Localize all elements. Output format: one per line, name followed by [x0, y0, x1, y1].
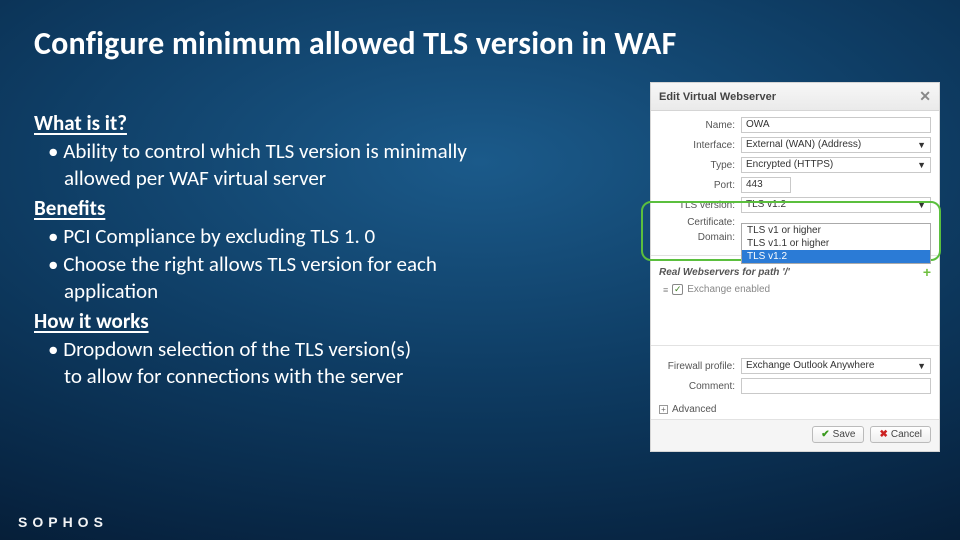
bullet-cont: to allow for connections with the server [34, 363, 624, 391]
slide-title: Configure minimum allowed TLS version in… [34, 24, 677, 63]
dialog-form: Name: OWA Interface: External (WAN) (Add… [651, 111, 939, 249]
advanced-toggle[interactable]: + Advanced [651, 400, 939, 419]
save-label: Save [833, 429, 856, 440]
dialog-header: Edit Virtual Webserver ✕ [651, 83, 939, 111]
dialog-form-lower: Firewall profile: Exchange Outlook Anywh… [651, 352, 939, 400]
cancel-label: Cancel [891, 429, 922, 440]
port-input[interactable]: 443 [741, 177, 791, 193]
heading-benefits: Benefits [34, 195, 624, 223]
label-tls: TLS version: [659, 200, 741, 211]
slide-body: What is it? • Ability to control which T… [34, 108, 624, 391]
tls-value: TLS v1.2 [746, 198, 786, 212]
label-certificate: Certificate: [659, 217, 741, 228]
expand-icon: + [659, 405, 668, 414]
heading-what-is-it: What is it? [34, 110, 624, 138]
chevron-down-icon: ▼ [917, 359, 926, 373]
real-webservers-header: Real Webservers for path '/' + [651, 262, 939, 282]
advanced-label: Advanced [672, 404, 716, 415]
add-icon[interactable]: + [923, 264, 931, 280]
name-value: OWA [746, 118, 770, 132]
sophos-logo: SOPHOS [18, 514, 108, 530]
dropdown-option[interactable]: TLS v1.1 or higher [742, 237, 930, 250]
dialog-title: Edit Virtual Webserver [659, 91, 776, 103]
bullet: • Ability to control which TLS version i… [34, 138, 624, 166]
row-type: Type: Encrypted (HTTPS) ▼ [659, 157, 931, 173]
row-tls-version: TLS version: TLS v1.2 ▼ [659, 197, 931, 213]
chevron-down-icon: ▼ [917, 158, 926, 172]
x-icon: ✖ [879, 429, 887, 440]
label-port: Port: [659, 180, 741, 191]
bullet: • Dropdown selection of the TLS version(… [34, 336, 624, 364]
webserver-entry: ≡ ✓ Exchange enabled [651, 282, 939, 301]
close-icon[interactable]: ✕ [919, 88, 931, 105]
label-interface: Interface: [659, 140, 741, 151]
separator [651, 345, 939, 346]
bullet-cont: allowed per WAF virtual server [34, 165, 624, 193]
check-icon: ✔ [821, 429, 829, 440]
dialog-buttons: ✔ Save ✖ Cancel [651, 419, 939, 451]
exchange-checkbox[interactable]: ✓ [672, 284, 683, 295]
chevron-down-icon: ▼ [917, 198, 926, 212]
slide: Configure minimum allowed TLS version in… [0, 0, 960, 540]
label-type: Type: [659, 160, 741, 171]
cancel-button[interactable]: ✖ Cancel [870, 426, 931, 443]
row-firewall-profile: Firewall profile: Exchange Outlook Anywh… [659, 358, 931, 374]
drag-handle-icon[interactable]: ≡ [663, 285, 668, 295]
type-value: Encrypted (HTTPS) [746, 158, 833, 172]
bullet: • PCI Compliance by excluding TLS 1. 0 [34, 223, 624, 251]
row-comment: Comment: [659, 378, 931, 394]
heading-how-it-works: How it works [34, 308, 624, 336]
chevron-down-icon: ▼ [917, 138, 926, 152]
row-interface: Interface: External (WAN) (Address) ▼ [659, 137, 931, 153]
label-domain: Domain: [659, 232, 741, 243]
comment-input[interactable] [741, 378, 931, 394]
bullet: • Choose the right allows TLS version fo… [34, 251, 624, 279]
real-webservers-label: Real Webservers for path '/' [659, 267, 790, 278]
row-name: Name: OWA [659, 117, 931, 133]
spacer [651, 301, 939, 339]
save-button[interactable]: ✔ Save [812, 426, 864, 443]
label-firewall: Firewall profile: [659, 361, 741, 372]
webserver-label: Exchange enabled [687, 284, 770, 295]
port-value: 443 [746, 178, 763, 192]
firewall-profile-select[interactable]: Exchange Outlook Anywhere ▼ [741, 358, 931, 374]
edit-virtual-webserver-dialog: Edit Virtual Webserver ✕ Name: OWA Inter… [650, 82, 940, 452]
label-comment: Comment: [659, 381, 741, 392]
name-input[interactable]: OWA [741, 117, 931, 133]
firewall-value: Exchange Outlook Anywhere [746, 359, 874, 373]
dropdown-option[interactable]: TLS v1 or higher [742, 224, 930, 237]
type-select[interactable]: Encrypted (HTTPS) ▼ [741, 157, 931, 173]
label-name: Name: [659, 120, 741, 131]
interface-value: External (WAN) (Address) [746, 138, 861, 152]
bullet-cont: application [34, 278, 624, 306]
tls-version-dropdown-list: TLS v1 or higher TLS v1.1 or higher TLS … [741, 223, 931, 264]
dropdown-option-selected[interactable]: TLS v1.2 [742, 250, 930, 263]
tls-version-select[interactable]: TLS v1.2 ▼ [741, 197, 931, 213]
row-port: Port: 443 [659, 177, 931, 193]
interface-select[interactable]: External (WAN) (Address) ▼ [741, 137, 931, 153]
